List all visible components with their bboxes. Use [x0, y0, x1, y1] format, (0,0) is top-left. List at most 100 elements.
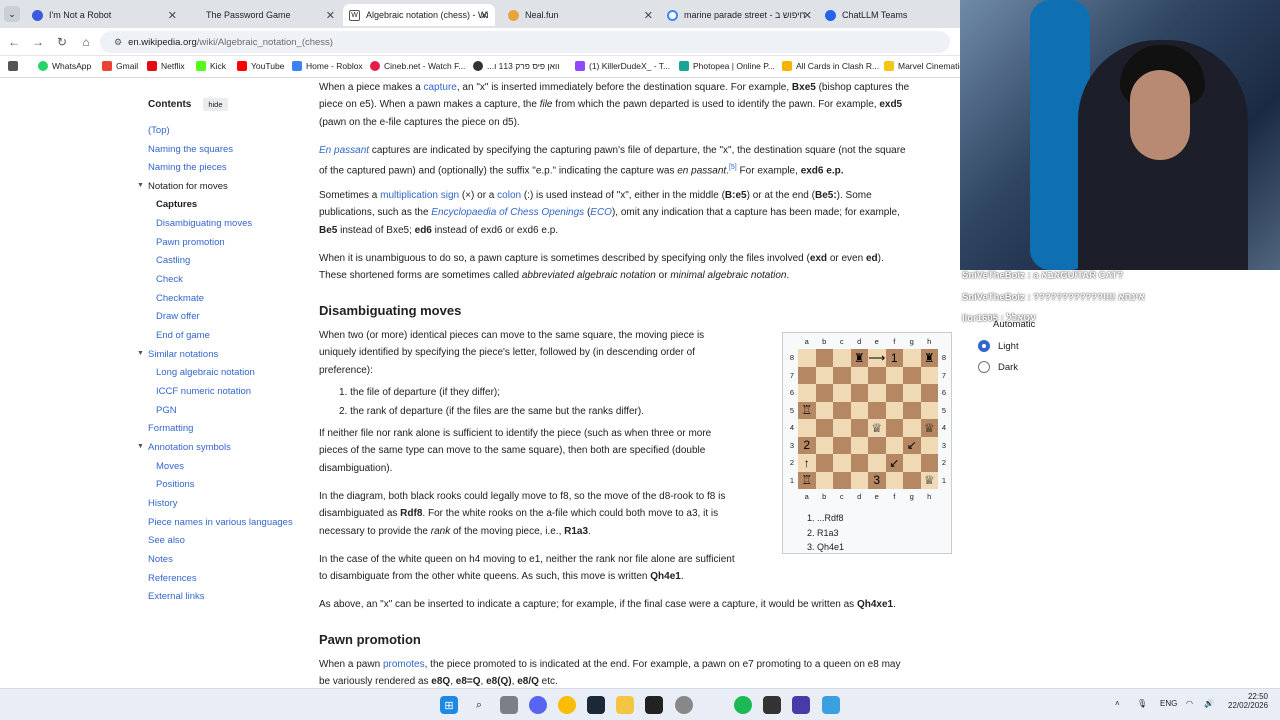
microphone-icon[interactable]: 🎙	[1137, 699, 1147, 708]
bookmark-whatsapp[interactable]: WhatsApp	[38, 61, 91, 71]
toc-item-piece-names[interactable]: Piece names in various languages	[148, 517, 293, 528]
toc-item-end-game[interactable]: End of game	[156, 330, 210, 341]
site-info-icon[interactable]: ⚙	[114, 37, 122, 48]
bookmark-one-piece[interactable]: ...וואן פיס פרק 113 ו	[473, 61, 559, 71]
close-tab-icon[interactable]: ✕	[803, 9, 812, 22]
back-icon[interactable]: ←	[6, 34, 22, 50]
tab-neal-fun[interactable]: Neal.fun ✕	[508, 4, 653, 26]
app-icon[interactable]	[822, 696, 840, 714]
radio-dark[interactable]: Dark	[978, 361, 1018, 373]
piece-a2: ↑	[803, 455, 810, 470]
windows-start-icon[interactable]: ⊞	[440, 696, 458, 714]
clock[interactable]: 22:50 22/02/2026	[1228, 692, 1268, 710]
tab-algebraic-notation[interactable]: W Algebraic notation (chess) - Wi ✕	[343, 4, 495, 26]
toc-item-history[interactable]: History	[148, 498, 178, 509]
toc-item-pgn[interactable]: PGN	[156, 405, 177, 416]
close-tab-icon[interactable]: ✕	[168, 9, 177, 22]
spotify-icon[interactable]	[734, 696, 752, 714]
search-icon[interactable]: ⌕	[470, 696, 488, 714]
toc-item-castling[interactable]: Castling	[156, 255, 190, 266]
bookmark-roblox[interactable]: Home - Roblox	[292, 61, 363, 71]
toc-item-pawn-promotion[interactable]: Pawn promotion	[156, 237, 225, 248]
multiplication-sign-link[interactable]: multiplication sign	[380, 190, 459, 201]
toc-item-formatting[interactable]: Formatting	[148, 423, 193, 434]
toc-item-long-algebraic[interactable]: Long algebraic notation	[156, 367, 255, 378]
epic-games-icon[interactable]	[763, 696, 781, 714]
radio-button[interactable]	[978, 361, 990, 373]
close-tab-icon[interactable]: ✕	[326, 9, 335, 22]
close-tab-icon[interactable]: ✕	[480, 9, 489, 22]
toc-item-draw-offer[interactable]: Draw offer	[156, 311, 200, 322]
bookmark-kick[interactable]: Kick	[196, 61, 226, 71]
reference-link[interactable]: [5]	[729, 164, 737, 171]
file-label: e	[874, 492, 879, 501]
toc-item-checkmate[interactable]: Checkmate	[156, 293, 204, 304]
toc-item-naming-squares[interactable]: Naming the squares	[148, 144, 233, 155]
toc-item-moves[interactable]: Moves	[156, 461, 184, 472]
toc-item-notes[interactable]: Notes	[148, 554, 173, 565]
radio-button-selected[interactable]	[978, 340, 990, 352]
toc-item-notation-moves[interactable]: Notation for moves	[148, 181, 228, 192]
toc-item-see-also[interactable]: See also	[148, 535, 185, 546]
reload-icon[interactable]: ↻	[54, 34, 70, 50]
toc-item-iccf[interactable]: ICCF numeric notation	[156, 386, 251, 397]
piece-a3: 2	[803, 438, 811, 453]
radio-light[interactable]: Light	[978, 340, 1019, 352]
tray-chevron-icon[interactable]: ˄	[1115, 699, 1120, 708]
apps-icon[interactable]	[8, 61, 22, 71]
chevron-down-icon[interactable]: ▼	[137, 182, 144, 189]
home-icon[interactable]: ⌂	[78, 34, 94, 50]
url-field[interactable]: ⚙ en.wikipedia.org/wiki/Algebraic_notati…	[100, 31, 950, 53]
file-label: b	[822, 492, 827, 501]
wifi-icon[interactable]: ◠	[1186, 699, 1193, 708]
toc-hide-button[interactable]: hide	[203, 98, 228, 111]
bookmark-netflix[interactable]: Netflix	[147, 61, 185, 71]
toc-item-top[interactable]: (Top)	[148, 125, 170, 136]
steam-icon[interactable]	[587, 696, 605, 714]
colon-link[interactable]: colon	[497, 190, 521, 201]
forward-icon[interactable]: →	[30, 34, 46, 50]
toc-item-naming-pieces[interactable]: Naming the pieces	[148, 162, 227, 173]
eco-abbrev-link[interactable]: ECO	[590, 207, 612, 218]
tab-password-game[interactable]: The Password Game ✕	[190, 4, 335, 26]
toc-item-disambiguating[interactable]: Disambiguating moves	[156, 218, 252, 229]
bookmark-cineb[interactable]: Cineb.net - Watch F...	[370, 61, 465, 71]
volume-icon[interactable]: 🔊	[1204, 699, 1214, 708]
toc-item-annotation[interactable]: Annotation symbols	[148, 442, 231, 453]
tab-chatllm[interactable]: ChatLLM Teams	[825, 4, 950, 26]
discord-icon[interactable]	[529, 696, 547, 714]
toc-item-similar[interactable]: Similar notations	[148, 349, 218, 360]
bookmark-marvel[interactable]: Marvel Cinematic	[884, 61, 964, 71]
photopea-icon	[679, 61, 689, 71]
bookmark-gmail[interactable]: Gmail	[102, 61, 138, 71]
app-icon[interactable]	[792, 696, 810, 714]
bookmark-photopea[interactable]: Photopea | Online P...	[679, 61, 775, 71]
language-indicator[interactable]: ENG	[1160, 699, 1177, 708]
task-view-icon[interactable]	[500, 696, 518, 714]
chevron-down-icon[interactable]: ▼	[137, 350, 144, 357]
capture-link[interactable]: capture	[424, 82, 457, 93]
chevron-down-icon[interactable]: ▼	[137, 443, 144, 450]
toc-item-captures[interactable]: Captures	[156, 199, 197, 210]
tab-google-search[interactable]: marine parade street - חיפוש ב ✕	[667, 4, 812, 26]
close-tab-icon[interactable]: ✕	[644, 9, 653, 22]
toc-item-check[interactable]: Check	[156, 274, 183, 285]
square-a3: 2	[798, 436, 816, 454]
capcut-icon[interactable]	[645, 696, 663, 714]
promotes-link[interactable]: promotes	[383, 659, 425, 670]
tab-search-icon[interactable]: ⌄	[4, 6, 20, 22]
chrome-icon[interactable]	[558, 696, 576, 714]
toc-item-positions[interactable]: Positions	[156, 479, 195, 490]
tab-not-a-robot[interactable]: I'm Not a Robot ✕	[32, 4, 177, 26]
file-explorer-icon[interactable]	[616, 696, 634, 714]
bookmark-clash-royale[interactable]: All Cards in Clash R...	[782, 61, 879, 71]
toc-item-references[interactable]: References	[148, 573, 197, 584]
settings-icon[interactable]	[675, 696, 693, 714]
radio-automatic[interactable]: Automatic	[993, 319, 1035, 330]
toc-item-external-links[interactable]: External links	[148, 591, 205, 602]
square-e1: 3	[868, 471, 886, 489]
en-passant-link[interactable]: En passant	[319, 145, 369, 156]
eco-link[interactable]: Encyclopaedia of Chess Openings	[431, 207, 584, 218]
bookmark-youtube[interactable]: YouTube	[237, 61, 284, 71]
bookmark-killerdudex[interactable]: (1) KillerDudeX_ - T...	[575, 61, 670, 71]
